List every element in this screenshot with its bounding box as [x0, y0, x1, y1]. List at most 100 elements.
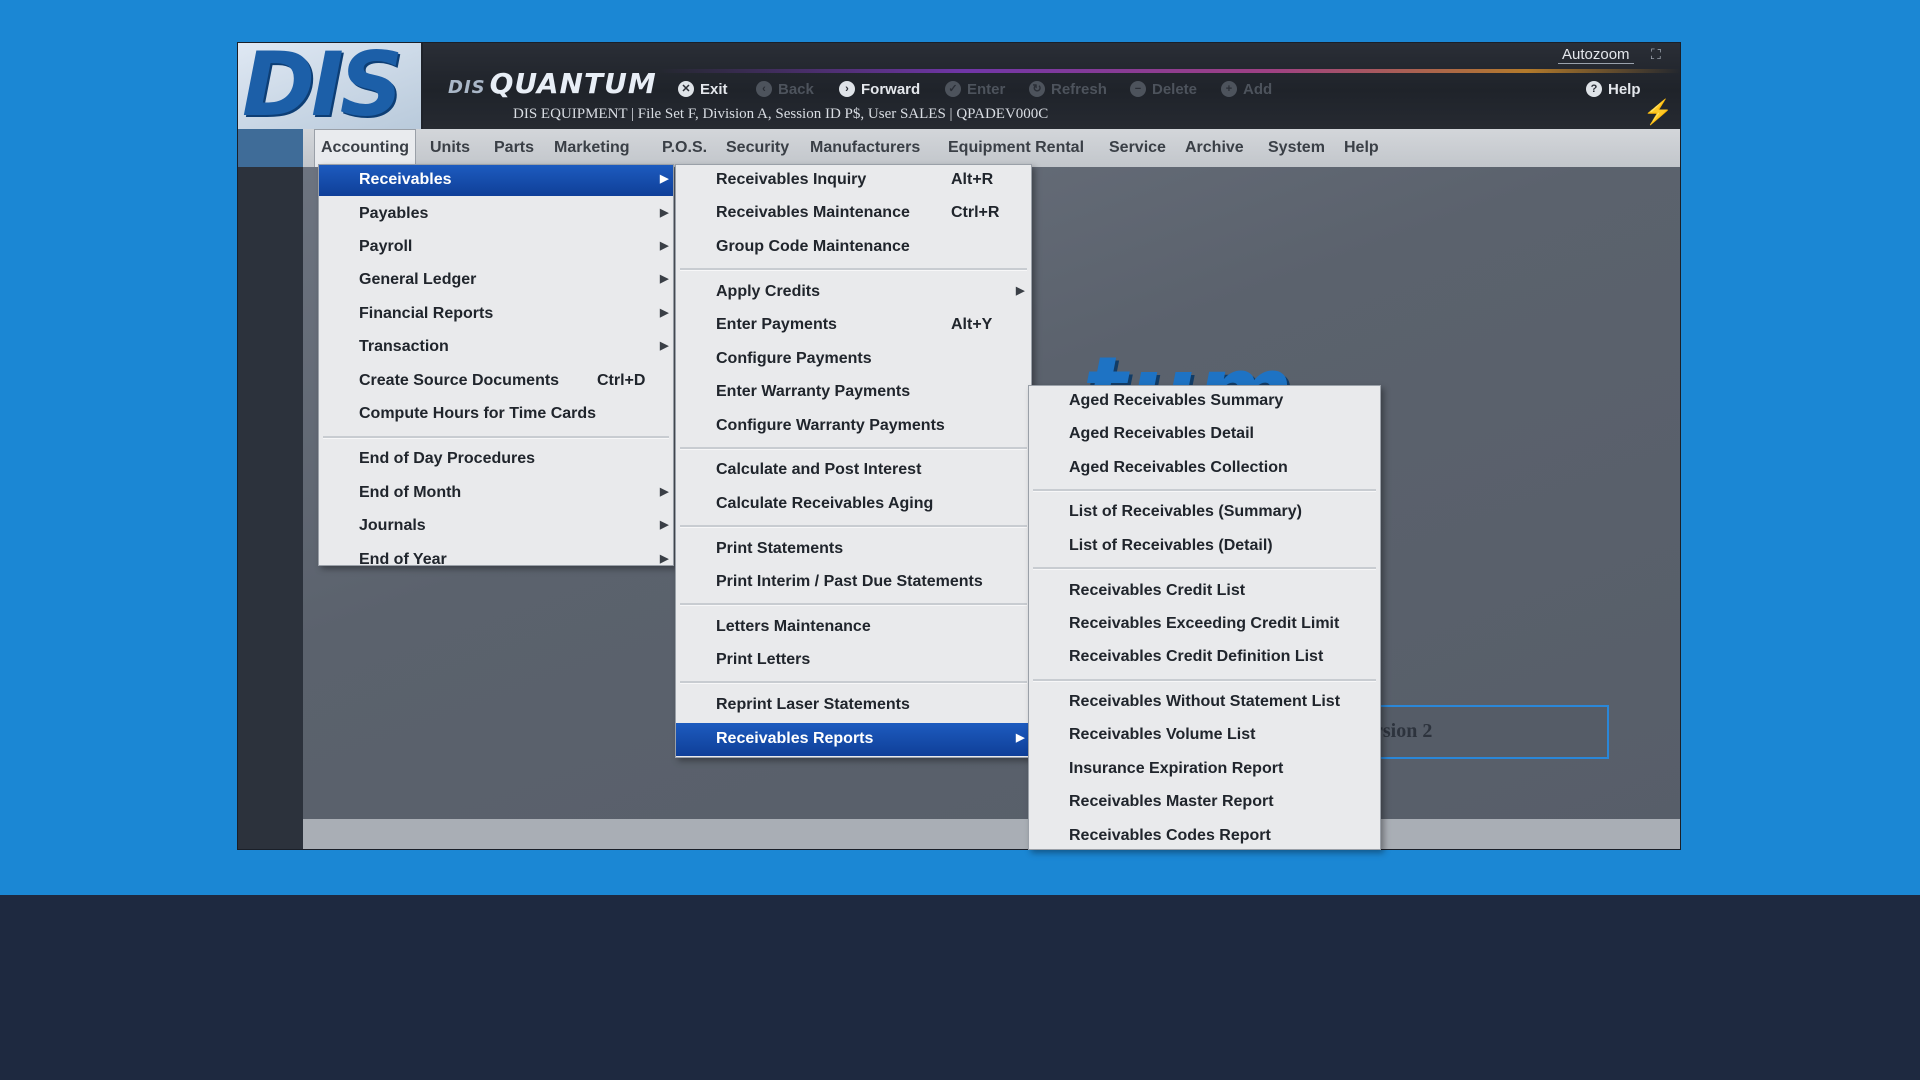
- menu-units[interactable]: Units: [424, 129, 476, 167]
- menu-item-insurance-expiration-report[interactable]: Insurance Expiration Report: [1029, 754, 1380, 785]
- menu-item-enter-payments[interactable]: Enter Payments Alt+Y: [676, 310, 1031, 341]
- menu-item-label: Configure Payments: [716, 350, 872, 367]
- menu-item-receivables-volume-list[interactable]: Receivables Volume List: [1029, 720, 1380, 751]
- menu-separator: [680, 681, 1027, 684]
- help-button[interactable]: ? Help: [1586, 77, 1641, 101]
- delete-button[interactable]: − Delete: [1130, 77, 1197, 101]
- menu-item-label: Insurance Expiration Report: [1069, 760, 1284, 777]
- menu-item-end-of-month[interactable]: End of Month ▶: [319, 478, 673, 509]
- menu-item-list-receivables-detail[interactable]: List of Receivables (Detail): [1029, 531, 1380, 562]
- refresh-circle-icon: ↻: [1029, 81, 1045, 97]
- menu-item-payroll[interactable]: Payroll ▶: [319, 232, 673, 263]
- menu-item-receivables-inquiry[interactable]: Receivables Inquiry Alt+R: [676, 165, 1031, 196]
- menu-item-financial-reports[interactable]: Financial Reports ▶: [319, 299, 673, 330]
- header-decoration: [658, 69, 1680, 73]
- dis-logo: DIS: [238, 43, 423, 136]
- menu-item-receivables-reports[interactable]: Receivables Reports ▶: [676, 723, 1031, 756]
- add-button[interactable]: + Add: [1221, 77, 1272, 101]
- menu-item-receivables-codes-report[interactable]: Receivables Codes Report: [1029, 821, 1380, 849]
- menu-item-label: Print Statements: [716, 540, 844, 557]
- menu-equipment-rental[interactable]: Equipment Rental: [942, 129, 1090, 167]
- shortcut-label: Ctrl+D: [597, 372, 646, 389]
- expand-icon[interactable]: ⛶: [1651, 46, 1661, 63]
- refresh-button[interactable]: ↻ Refresh: [1029, 77, 1107, 101]
- chevron-right-icon: ▶: [660, 519, 669, 531]
- exit-button[interactable]: ✕ Exit: [678, 77, 728, 101]
- menu-item-create-source-documents[interactable]: Create Source Documents Ctrl+D: [319, 366, 673, 397]
- menu-item-apply-credits[interactable]: Apply Credits ▶: [676, 277, 1031, 308]
- menu-system[interactable]: System: [1262, 129, 1331, 167]
- menu-item-aged-receivables-detail[interactable]: Aged Receivables Detail: [1029, 419, 1380, 450]
- back-button[interactable]: ‹ Back: [756, 77, 814, 101]
- menu-item-aged-receivables-summary[interactable]: Aged Receivables Summary: [1029, 386, 1380, 417]
- menu-item-compute-hours[interactable]: Compute Hours for Time Cards: [319, 399, 673, 430]
- shortcut-label: Alt+Y: [951, 316, 993, 333]
- menu-marketing[interactable]: Marketing: [548, 129, 636, 167]
- menu-item-calculate-aging[interactable]: Calculate Receivables Aging: [676, 489, 1031, 520]
- accounting-dropdown: Receivables ▶ Payables ▶ Payroll ▶ Gener…: [318, 164, 674, 566]
- menu-item-journals[interactable]: Journals ▶: [319, 511, 673, 542]
- menu-item-group-code-maintenance[interactable]: Group Code Maintenance: [676, 232, 1031, 263]
- menu-item-label: Letters Maintenance: [716, 618, 871, 635]
- menu-accounting[interactable]: Accounting: [314, 129, 416, 167]
- menu-item-list-receivables-summary[interactable]: List of Receivables (Summary): [1029, 497, 1380, 528]
- forward-button[interactable]: › Forward: [839, 77, 920, 101]
- menu-item-receivables-master-report[interactable]: Receivables Master Report: [1029, 787, 1380, 818]
- autozoom-link[interactable]: Autozoom: [1558, 46, 1634, 64]
- back-label: Back: [778, 80, 814, 98]
- delete-label: Delete: [1152, 80, 1198, 98]
- menu-item-general-ledger[interactable]: General Ledger ▶: [319, 265, 673, 296]
- menu-item-label: Receivables Reports: [716, 730, 874, 747]
- menu-item-letters-maintenance[interactable]: Letters Maintenance: [676, 612, 1031, 643]
- menu-parts[interactable]: Parts: [488, 129, 540, 167]
- menu-item-receivables-without-statement-list[interactable]: Receivables Without Statement List: [1029, 687, 1380, 718]
- menu-item-label: Aged Receivables Collection: [1069, 459, 1288, 476]
- menu-item-label: Payroll: [359, 238, 413, 255]
- menu-item-receivables-exceeding-credit-limit[interactable]: Receivables Exceeding Credit Limit: [1029, 609, 1380, 640]
- menu-item-end-of-day[interactable]: End of Day Procedures: [319, 444, 673, 475]
- menu-item-reprint-laser-statements[interactable]: Reprint Laser Statements: [676, 690, 1031, 721]
- menu-item-print-letters[interactable]: Print Letters: [676, 645, 1031, 676]
- menu-item-transaction[interactable]: Transaction ▶: [319, 332, 673, 363]
- menu-security[interactable]: Security: [720, 129, 795, 167]
- menu-manufacturers[interactable]: Manufacturers: [804, 129, 926, 167]
- menu-separator: [680, 603, 1027, 606]
- enter-button[interactable]: ✓ Enter: [945, 77, 1005, 101]
- brand-name: QUANTUM: [489, 67, 657, 100]
- menu-item-label: Reprint Laser Statements: [716, 696, 910, 713]
- menu-item-enter-warranty-payments[interactable]: Enter Warranty Payments: [676, 377, 1031, 408]
- forward-circle-icon: ›: [839, 81, 855, 97]
- app-header: DIS DIS QUANTUM ✕ Exit ‹ Back › Forward ✓…: [238, 43, 1680, 136]
- menu-item-aged-receivables-collection[interactable]: Aged Receivables Collection: [1029, 453, 1380, 484]
- session-info: DIS EQUIPMENT | File Set F, Division A, …: [513, 106, 1049, 122]
- menu-item-print-interim-statements[interactable]: Print Interim / Past Due Statements: [676, 567, 1031, 598]
- menu-separator: [1033, 679, 1376, 682]
- menu-help[interactable]: Help: [1338, 129, 1385, 167]
- shortcut-label: Ctrl+R: [951, 204, 1000, 221]
- menu-item-label: Aged Receivables Detail: [1069, 425, 1254, 442]
- menu-item-label: Print Interim / Past Due Statements: [716, 573, 983, 590]
- menu-item-calculate-post-interest[interactable]: Calculate and Post Interest: [676, 455, 1031, 486]
- menu-item-receivables-maintenance[interactable]: Receivables Maintenance Ctrl+R: [676, 198, 1031, 229]
- chevron-right-icon: ▶: [1016, 732, 1025, 744]
- menu-item-payables[interactable]: Payables ▶: [319, 199, 673, 230]
- menu-item-label: End of Year: [359, 551, 447, 566]
- menu-item-configure-payments[interactable]: Configure Payments: [676, 344, 1031, 375]
- menu-item-configure-warranty-payments[interactable]: Configure Warranty Payments: [676, 411, 1031, 442]
- menu-pos[interactable]: P.O.S.: [656, 129, 713, 167]
- menu-item-receivables-credit-list[interactable]: Receivables Credit List: [1029, 576, 1380, 607]
- menu-item-receivables-credit-definition-list[interactable]: Receivables Credit Definition List: [1029, 642, 1380, 673]
- menu-service[interactable]: Service: [1103, 129, 1172, 167]
- menu-archive[interactable]: Archive: [1179, 129, 1250, 167]
- menu-item-label: Aged Receivables Summary: [1069, 392, 1284, 409]
- menu-item-label: Configure Warranty Payments: [716, 417, 945, 434]
- menu-separator: [680, 447, 1027, 450]
- menu-item-print-statements[interactable]: Print Statements: [676, 534, 1031, 565]
- menu-item-end-of-year[interactable]: End of Year ▶: [319, 545, 673, 566]
- menu-item-label: Calculate and Post Interest: [716, 461, 922, 478]
- receivables-submenu: Receivables Inquiry Alt+R Receivables Ma…: [675, 164, 1032, 758]
- menu-separator: [1033, 489, 1376, 492]
- version-text: rsion 2: [1374, 720, 1433, 742]
- menu-item-receivables[interactable]: Receivables ▶: [319, 165, 673, 196]
- menubar-cap: [238, 129, 303, 167]
